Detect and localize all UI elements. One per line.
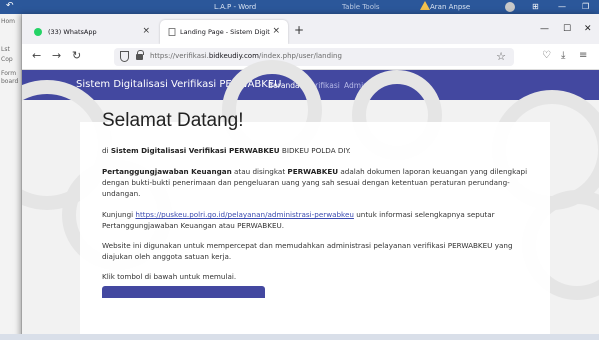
lock-icon[interactable] xyxy=(136,50,144,60)
word-side-label: Lst xyxy=(1,46,10,53)
tab-label: Landing Page - Sistem Digitalisasi V xyxy=(180,28,270,36)
puskeu-link[interactable]: https://puskeu.polri.go.id/pelayanan/adm… xyxy=(135,210,354,219)
tab-whatsapp[interactable]: (33) WhatsApp × xyxy=(26,20,158,44)
close-tab-icon[interactable]: × xyxy=(142,26,150,36)
close-tab-icon[interactable]: × xyxy=(272,26,280,36)
shield-icon[interactable] xyxy=(120,51,129,62)
visit-info: Kunjungi https://puskeu.polri.go.id/pela… xyxy=(102,210,495,230)
website-purpose: Website ini digunakan untuk mempercepat … xyxy=(102,241,513,261)
url-bar[interactable]: https://verifikasi.bidkeudiy.com/index.p… xyxy=(114,48,514,66)
perwabkeu-definition: Pertanggungjawaban Keuangan atau disingk… xyxy=(102,167,528,198)
click-instruction: Klik tombol di bawah untuk memulai. xyxy=(102,272,237,281)
table-tools-label: Table Tools xyxy=(342,3,380,11)
ribbon-display-icon[interactable]: ⊞ xyxy=(532,2,539,11)
bookmark-star-icon[interactable]: ☆ xyxy=(496,50,506,63)
word-title-bar: ↶ L.A.P - Word Table Tools Aran Anpse ⊞ … xyxy=(0,0,599,14)
download-icon[interactable]: ⤓ xyxy=(561,50,565,61)
forward-icon[interactable]: → xyxy=(52,50,61,62)
undo-icon[interactable]: ↶ xyxy=(6,1,14,11)
close-window-icon[interactable]: ✕ xyxy=(584,24,592,34)
page-icon xyxy=(168,28,176,36)
reload-icon[interactable]: ↻ xyxy=(72,50,81,62)
url-text[interactable]: https://verifikasi.bidkeudiy.com/index.p… xyxy=(150,52,342,60)
avatar[interactable] xyxy=(505,2,515,12)
start-button[interactable] xyxy=(102,286,265,298)
navigation-bar: ← → ↻ https://verifikasi.bidkeudiy.com/i… xyxy=(22,44,599,70)
restore-icon[interactable]: ❐ xyxy=(582,2,589,11)
minimize-icon[interactable]: — xyxy=(540,24,549,34)
menu-icon[interactable]: ≡ xyxy=(579,50,587,61)
back-icon[interactable]: ← xyxy=(32,50,41,62)
word-side-label: Form xyxy=(1,70,17,77)
word-title: L.A.P - Word xyxy=(214,3,257,11)
word-side-label: Hom xyxy=(1,18,16,25)
tab-bar: (33) WhatsApp × Landing Page - Sistem Di… xyxy=(22,14,599,44)
word-user-name: Aran Anpse xyxy=(430,3,471,11)
tab-landing-page[interactable]: Landing Page - Sistem Digitalisasi V × xyxy=(160,20,288,44)
word-side-label: Cop xyxy=(1,56,13,63)
warning-icon xyxy=(420,1,430,10)
tab-label: (33) WhatsApp xyxy=(48,28,97,36)
new-tab-icon[interactable]: + xyxy=(294,23,304,37)
minimize-icon[interactable]: — xyxy=(558,2,566,11)
intro-text: di Sistem Digitalisasi Verifikasi PERWAB… xyxy=(102,146,351,155)
word-side-label: board xyxy=(1,78,19,85)
browser-window: (33) WhatsApp × Landing Page - Sistem Di… xyxy=(22,14,599,340)
maximize-icon[interactable]: ☐ xyxy=(563,24,571,34)
pocket-icon[interactable]: ♡ xyxy=(542,50,551,61)
page-title: Selamat Datang! xyxy=(102,110,244,131)
whatsapp-icon xyxy=(34,28,42,36)
word-side-panel: Hom Lst Cop Form board xyxy=(0,14,22,340)
taskbar xyxy=(0,334,599,340)
